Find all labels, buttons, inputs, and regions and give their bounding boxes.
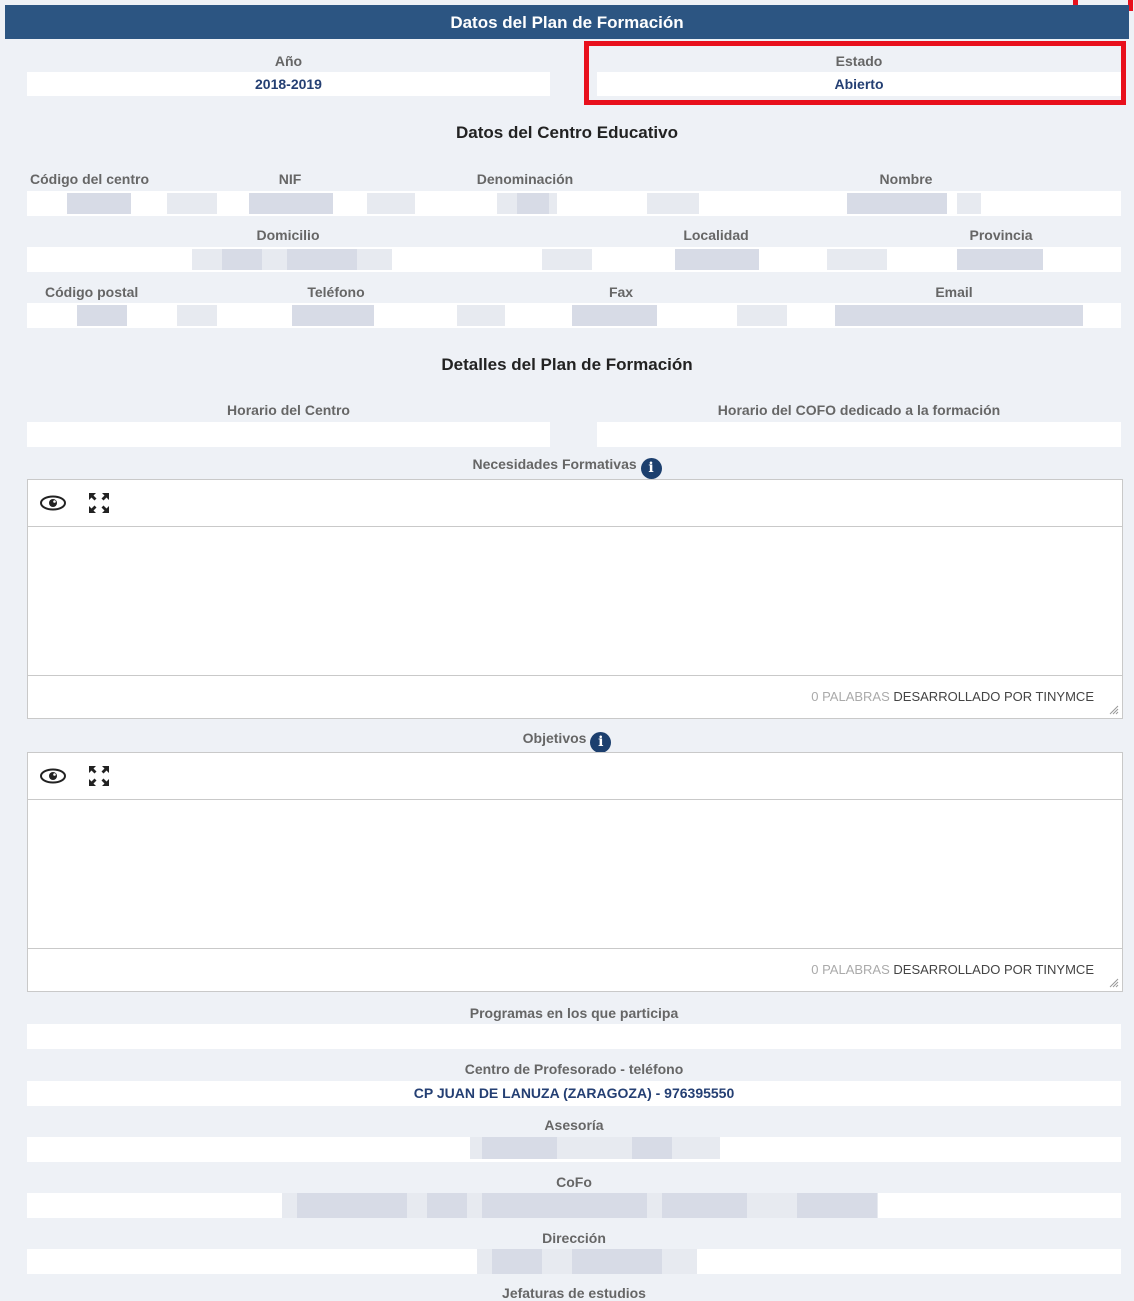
cep-value: CP JUAN DE LANUZA (ZARAGOZA) - 976395550 xyxy=(27,1081,1121,1106)
status-label: Estado xyxy=(835,53,883,69)
domicilio-label: Domicilio xyxy=(256,227,320,243)
horario-centro-field[interactable] xyxy=(27,422,550,447)
nombre-label: Nombre xyxy=(879,171,933,187)
plan-header: Datos del Plan de Formación xyxy=(5,5,1129,39)
telefono-label: Teléfono xyxy=(307,284,365,300)
objetivos-label-row: Objetivos i xyxy=(0,730,1134,753)
objetivos-label: Objetivos xyxy=(522,730,587,746)
resize-grip-icon[interactable] xyxy=(1107,976,1119,988)
cep-label: Centro de Profesorado - teléfono xyxy=(464,1061,684,1077)
programas-field xyxy=(27,1024,1121,1049)
horario-cofo-label: Horario del COFO dedicado a la formación xyxy=(717,402,1001,418)
necesidades-editor[interactable]: 0 PALABRAS DESARROLLADO POR TINYMCE xyxy=(27,479,1123,719)
word-count: 0 PALABRAS xyxy=(811,689,890,704)
codigo-postal-label: Código postal xyxy=(45,284,139,300)
localidad-label: Localidad xyxy=(683,227,749,243)
cofo-field xyxy=(27,1193,1121,1218)
centro-section-title: Datos del Centro Educativo xyxy=(456,123,678,142)
centro-row1-values xyxy=(27,191,1121,216)
horario-centro-label: Horario del Centro xyxy=(227,402,350,418)
jefaturas-label: Jefaturas de estudios xyxy=(502,1285,646,1301)
editor-toolbar xyxy=(28,753,1122,800)
editor-statusbar: 0 PALABRAS DESARROLLADO POR TINYMCE xyxy=(28,948,1122,991)
direccion-label: Dirección xyxy=(542,1230,606,1246)
asesoria-field xyxy=(27,1137,1121,1162)
necesidades-label: Necesidades Formativas xyxy=(472,456,637,472)
year-value: 2018-2019 xyxy=(27,72,550,96)
horario-cofo-field[interactable] xyxy=(597,422,1121,447)
powered-by-link[interactable]: DESARROLLADO POR TINYMCE xyxy=(893,962,1094,977)
eye-icon[interactable] xyxy=(38,761,68,791)
eye-icon[interactable] xyxy=(38,488,68,518)
info-icon[interactable]: i xyxy=(590,732,612,753)
direccion-field xyxy=(27,1249,1121,1274)
status-value: Abierto xyxy=(597,72,1121,96)
objetivos-editor[interactable]: 0 PALABRAS DESARROLLADO POR TINYMCE xyxy=(27,752,1123,992)
asesoria-label: Asesoría xyxy=(544,1117,604,1133)
editor-statusbar: 0 PALABRAS DESARROLLADO POR TINYMCE xyxy=(28,675,1122,718)
editor-toolbar xyxy=(28,480,1122,527)
centro-row2-values xyxy=(27,247,1121,272)
centro-row3-values xyxy=(27,303,1121,328)
cofo-label: CoFo xyxy=(556,1174,592,1190)
year-label: Año xyxy=(274,53,303,69)
denominacion-label: Denominación xyxy=(476,171,574,187)
info-icon[interactable]: i xyxy=(640,458,662,479)
fullscreen-icon[interactable] xyxy=(84,761,114,791)
fullscreen-icon[interactable] xyxy=(84,488,114,518)
powered-by-link[interactable]: DESARROLLADO POR TINYMCE xyxy=(893,689,1094,704)
programas-label: Programas en los que participa xyxy=(469,1005,679,1021)
resize-grip-icon[interactable] xyxy=(1107,703,1119,715)
fax-label: Fax xyxy=(608,284,634,300)
codigo-label: Código del centro xyxy=(30,171,149,187)
provincia-label: Provincia xyxy=(969,227,1033,243)
nif-label: NIF xyxy=(278,171,302,187)
email-label: Email xyxy=(935,284,973,300)
word-count: 0 PALABRAS xyxy=(811,962,890,977)
detalles-section-title: Detalles del Plan de Formación xyxy=(441,355,693,374)
necesidades-label-row: Necesidades Formativas i xyxy=(0,456,1134,479)
